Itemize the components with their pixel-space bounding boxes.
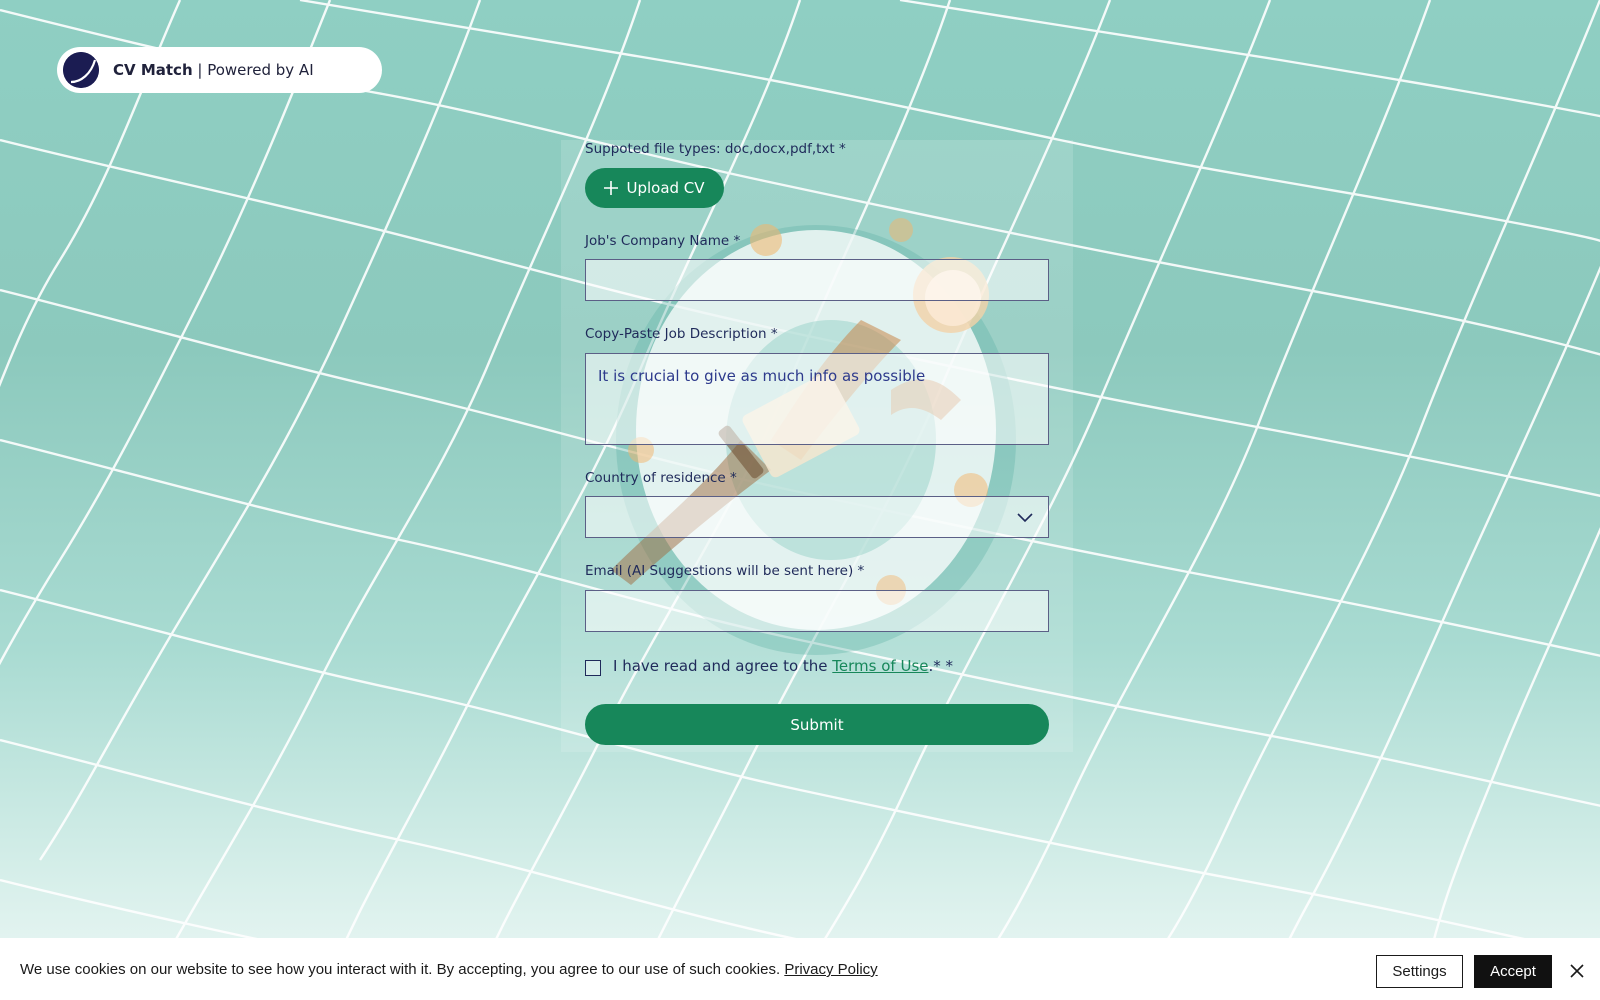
email-label: Email (AI Suggestions will be sent here)… [585, 563, 865, 579]
upload-cv-label: Upload CV [626, 179, 705, 197]
brand-tagline: | Powered by AI [192, 61, 314, 79]
cookie-accept-button[interactable]: Accept [1474, 955, 1552, 988]
upload-cv-button[interactable]: Upload CV [585, 168, 724, 208]
cookie-text: We use cookies on our website to see how… [20, 961, 785, 978]
privacy-policy-link[interactable]: Privacy Policy [784, 961, 877, 978]
brand-logo-icon [63, 52, 99, 88]
plus-icon [604, 181, 619, 195]
job-description-textarea[interactable]: It is crucial to give as much info as po… [585, 353, 1049, 445]
terms-text: I have read and agree to the Terms of Us… [613, 657, 953, 675]
terms-suffix: .* * [928, 657, 954, 675]
country-label: Country of residence * [585, 470, 737, 486]
country-select[interactable] [585, 496, 1049, 538]
chevron-down-icon [1017, 513, 1033, 523]
cookie-settings-button[interactable]: Settings [1376, 955, 1463, 988]
cookie-banner: We use cookies on our website to see how… [0, 938, 1600, 1000]
cookie-message: We use cookies on our website to see how… [20, 961, 878, 978]
close-icon[interactable] [1568, 962, 1586, 980]
brand-name: CV Match [113, 61, 193, 79]
job-description-placeholder: It is crucial to give as much info as po… [598, 367, 926, 385]
brand-title: CV Match | Powered by AI [113, 61, 314, 79]
email-input[interactable] [585, 590, 1049, 632]
job-description-label: Copy-Paste Job Description * [585, 326, 778, 342]
upload-label: Suppoted file types: doc,docx,pdf,txt * [585, 141, 846, 157]
brand-header[interactable]: CV Match | Powered by AI [57, 47, 382, 93]
terms-of-use-link[interactable]: Terms of Use [832, 657, 928, 675]
company-name-input[interactable] [585, 259, 1049, 301]
terms-prefix: I have read and agree to the [613, 657, 833, 675]
terms-checkbox[interactable] [585, 660, 601, 676]
company-name-label: Job's Company Name * [585, 233, 741, 249]
submit-label: Submit [790, 715, 844, 734]
submit-button[interactable]: Submit [585, 704, 1049, 745]
